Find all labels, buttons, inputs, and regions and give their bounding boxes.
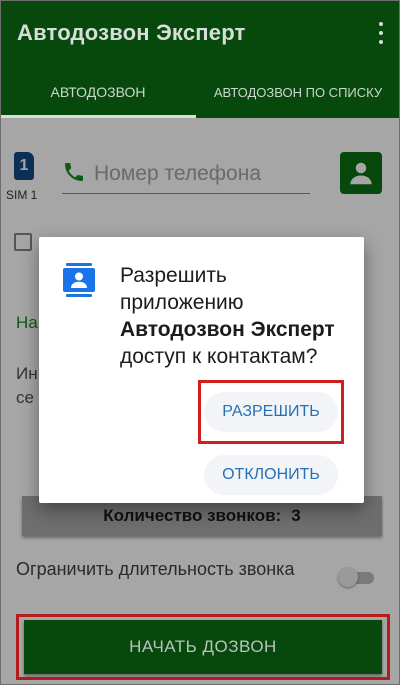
- app-title: Автодозвон Эксперт: [17, 20, 246, 45]
- phone-icon: [65, 163, 83, 181]
- limit-duration-toggle[interactable]: [338, 567, 376, 587]
- start-dialing-button[interactable]: НАЧАТЬ ДОЗВОН: [24, 620, 382, 674]
- tab-bar: АВТОДОЗВОН АВТОДОЗВОН ПО СПИСКУ: [0, 66, 400, 118]
- call-count-value: 3: [291, 506, 301, 525]
- app-bar: Автодозвон Эксперт: [0, 0, 400, 66]
- limit-duration-label: Ограничить длительность звонка: [16, 559, 295, 579]
- partial-text-line-1: Ин: [16, 364, 38, 383]
- sim-number: 1: [19, 157, 29, 174]
- contact-icon: [350, 162, 372, 185]
- permission-line-4: доступ к контактам?: [120, 345, 318, 368]
- tab-autodial-list[interactable]: АВТОДОЗВОН ПО СПИСКУ: [196, 66, 400, 118]
- toggle-thumb: [338, 567, 358, 587]
- contacts-permission-icon: [63, 263, 95, 297]
- sim-icon[interactable]: 1: [14, 152, 34, 180]
- permission-app-name: Автодозвон Эксперт: [120, 318, 335, 341]
- sim-label: SIM 1: [6, 188, 38, 202]
- permission-line-2: приложению: [120, 291, 244, 314]
- phone-placeholder: Номер телефона: [94, 162, 262, 185]
- permission-line-1: Разрешить: [120, 264, 227, 287]
- deny-button[interactable]: ОТКЛОНИТЬ: [204, 455, 338, 495]
- permission-dialog: Разрешить приложению Автодозвон Эксперт …: [39, 237, 364, 503]
- partial-green-text: На: [16, 313, 38, 332]
- option-checkbox[interactable]: [14, 233, 32, 251]
- overflow-menu-icon[interactable]: [377, 22, 385, 44]
- permission-message: Разрешить приложению Автодозвон Эксперт …: [120, 262, 352, 370]
- contact-picker-button[interactable]: [340, 152, 382, 194]
- allow-button[interactable]: РАЗРЕШИТЬ: [204, 392, 338, 432]
- call-count-label: Количество звонков:: [103, 506, 282, 525]
- partial-text-line-2: се: [16, 388, 34, 407]
- tab-autodial[interactable]: АВТОДОЗВОН: [0, 66, 196, 118]
